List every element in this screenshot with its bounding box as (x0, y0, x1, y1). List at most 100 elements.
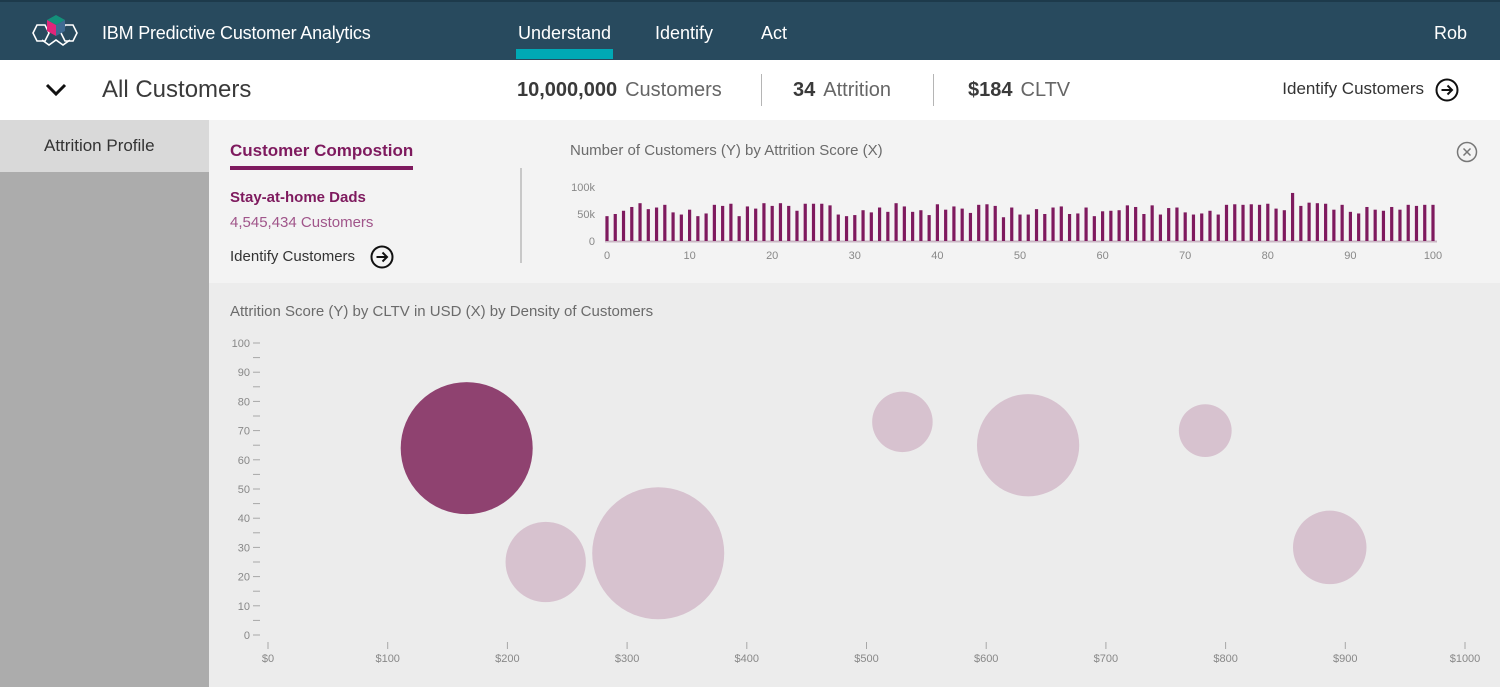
bar (1381, 210, 1386, 241)
bar (1307, 202, 1311, 241)
bar (1390, 206, 1394, 241)
bar (787, 205, 791, 241)
y-tick-label: 90 (238, 367, 250, 379)
bar (911, 211, 915, 241)
bar (704, 213, 708, 241)
x-tick-label: $100 (375, 653, 399, 665)
chevron-down-icon[interactable] (44, 78, 68, 102)
x-tick-label: $800 (1213, 653, 1237, 665)
bar (663, 204, 667, 241)
bar (1001, 217, 1006, 241)
bar (1266, 203, 1270, 241)
stat-customers-value: 10,000,000 (517, 79, 618, 101)
bar (968, 212, 973, 241)
stat-attrition-label: Attrition (823, 79, 892, 101)
bar (1051, 207, 1055, 241)
bar (1274, 208, 1278, 241)
bar (1125, 205, 1129, 241)
user-menu[interactable]: Rob (1434, 23, 1467, 44)
bar (1134, 206, 1138, 241)
y-tick-label: 0 (244, 630, 250, 642)
x-tick-label: 90 (1344, 250, 1356, 262)
bar (1142, 214, 1146, 241)
nav-tab-identify[interactable]: Identify (655, 23, 713, 44)
bar (778, 203, 783, 241)
bar (877, 207, 882, 241)
segment-name: Stay-at-home Dads (230, 189, 366, 206)
close-icon[interactable] (1456, 141, 1478, 163)
x-tick-label: 0 (604, 250, 610, 262)
bar (1183, 212, 1187, 241)
y-tick-label: 100 (232, 338, 250, 350)
bar (605, 216, 609, 241)
bar (688, 209, 692, 241)
tab-customer-composition[interactable]: Customer Compostion (230, 141, 414, 170)
x-tick-label: $900 (1333, 653, 1357, 665)
x-tick-label: $700 (1094, 653, 1118, 665)
nav-tab-act[interactable]: Act (761, 23, 787, 44)
sidebar-item-attrition-profile[interactable]: Attrition Profile (0, 120, 209, 172)
bar (1224, 204, 1229, 241)
bar (1315, 203, 1319, 241)
y-tick-label: 80 (238, 396, 250, 408)
bar (1423, 204, 1427, 241)
stat-cltv: $184 CLTV (968, 79, 1070, 102)
stat-cltv-label: CLTV (1020, 79, 1071, 101)
bar (927, 215, 931, 241)
segment-identify-customers-link[interactable]: Identify Customers (230, 248, 355, 265)
y-tick-label: 60 (238, 455, 250, 467)
divider (933, 74, 934, 106)
bar (977, 204, 981, 241)
bar (1290, 192, 1295, 241)
x-tick-label: 100 (1424, 250, 1442, 262)
bar (795, 210, 799, 241)
bar (944, 209, 948, 241)
bar (1109, 210, 1113, 241)
bar (1092, 216, 1096, 241)
x-tick-label: 10 (683, 250, 695, 262)
bar (919, 210, 923, 241)
bar (1059, 206, 1063, 241)
panel-divider (520, 168, 522, 263)
bar (729, 203, 733, 241)
bar (1365, 206, 1369, 241)
bar-chart-title: Number of Customers (Y) by Attrition Sco… (570, 142, 883, 159)
bar (1191, 214, 1196, 241)
x-tick-label: $300 (615, 653, 639, 665)
bar (1043, 214, 1047, 241)
arrow-right-circle-icon[interactable] (370, 245, 394, 269)
bar (1414, 205, 1419, 241)
bar (1257, 204, 1262, 241)
y-tick-label: 20 (238, 572, 250, 584)
y-tick-label: 0 (589, 236, 595, 248)
bubble (592, 487, 725, 620)
bar (745, 206, 750, 241)
ibm-pca-logo-icon (32, 15, 78, 46)
stat-customers: 10,000,000 Customers (517, 79, 722, 102)
bar (1406, 204, 1410, 241)
bar (1241, 204, 1245, 241)
bar (1299, 205, 1303, 241)
identify-customers-link[interactable]: Identify Customers (1282, 79, 1424, 99)
bar (737, 216, 741, 241)
y-tick-label: 50k (577, 209, 595, 221)
bar (1101, 211, 1105, 241)
x-tick-label: 70 (1179, 250, 1191, 262)
bubble (976, 394, 1080, 497)
bar (613, 214, 617, 241)
bar (1282, 210, 1286, 241)
bubble-chart-title: Attrition Score (Y) by CLTV in USD (X) b… (230, 303, 654, 320)
bar (1332, 209, 1336, 241)
bar (646, 209, 650, 241)
nav-tab-understand[interactable]: Understand (515, 23, 614, 59)
bar (1431, 204, 1435, 241)
arrow-right-circle-icon[interactable] (1435, 78, 1459, 102)
bar (1357, 213, 1361, 241)
bar (844, 216, 849, 241)
x-tick-label: 30 (849, 250, 861, 262)
bar (762, 203, 766, 241)
bar (985, 204, 989, 241)
x-tick-label: $1000 (1450, 653, 1481, 665)
bar (828, 205, 832, 241)
bar (1076, 213, 1080, 241)
